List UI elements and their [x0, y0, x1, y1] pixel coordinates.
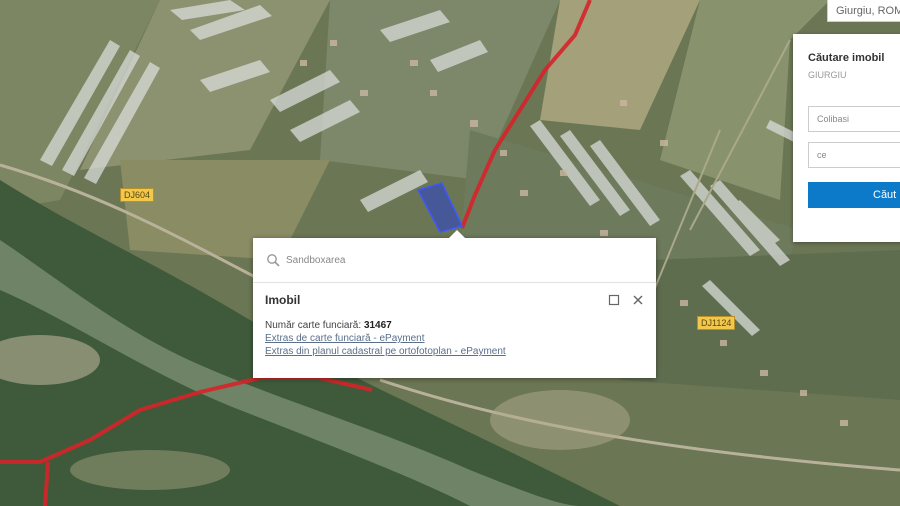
maximize-icon[interactable] — [608, 293, 620, 306]
popup-pointer — [449, 230, 465, 238]
county-value[interactable]: GIURGIU — [808, 70, 900, 80]
search-panel: Căutare imobil GIURGIU Colibasi ce Căut — [793, 34, 900, 242]
popup-search-row[interactable]: Sandboxarea — [253, 238, 656, 283]
popup-search-placeholder: Sandboxarea — [286, 254, 346, 266]
parcel-popup: Sandboxarea Imobil Număr carte funciară:… — [253, 230, 656, 378]
extras-plan-link[interactable]: Extras din planul cadastral pe ortofotop… — [265, 345, 644, 358]
popup-title: Imobil — [265, 293, 301, 307]
cf-number: 31467 — [363, 320, 392, 331]
location-box[interactable]: Giurgiu, ROM — [827, 0, 900, 22]
road-label: DJ604 — [120, 188, 155, 202]
close-icon[interactable] — [632, 293, 644, 305]
extras-cf-link[interactable]: Extras de carte funciară - ePayment — [265, 332, 644, 345]
number-field[interactable]: ce — [808, 142, 900, 168]
road-label: DJ1124 — [697, 316, 736, 330]
search-button[interactable]: Căut — [808, 182, 900, 208]
search-icon — [267, 254, 280, 267]
search-panel-title: Căutare imobil — [808, 52, 885, 64]
locality-field[interactable]: Colibasi — [808, 106, 900, 132]
cf-number-row: Număr carte funciară: 31467 — [265, 319, 644, 332]
cf-label: Număr carte funciară: — [265, 320, 362, 331]
